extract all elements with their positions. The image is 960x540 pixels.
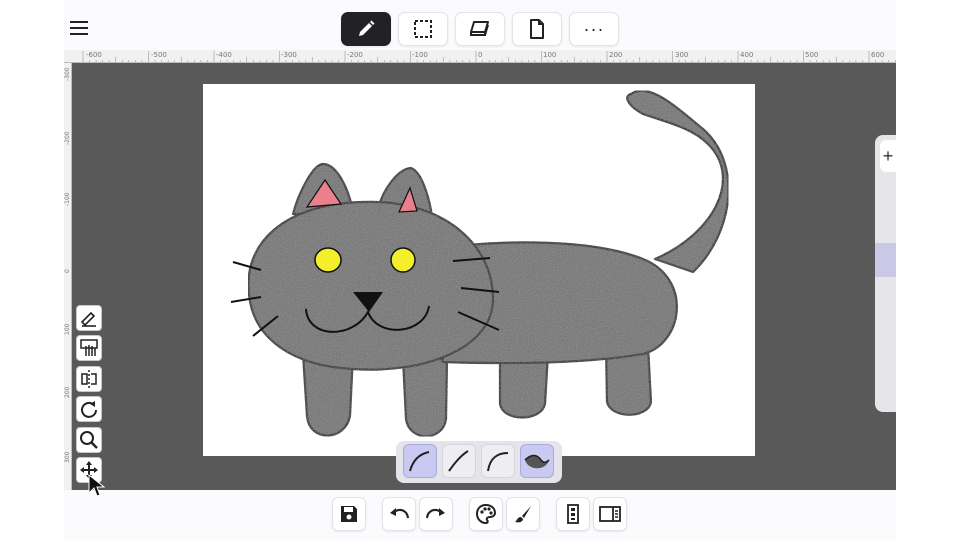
- pen-lines-icon: [80, 311, 96, 327]
- ruler-label: -200: [347, 51, 363, 59]
- undo-arrow-icon: [390, 508, 410, 519]
- hamburger-menu-icon: [70, 21, 88, 35]
- brush-icon: [515, 506, 531, 523]
- pen-settings-tool-button[interactable]: [76, 305, 102, 331]
- curve-style-2-button[interactable]: [442, 444, 476, 478]
- more-tools-label: ···: [583, 18, 605, 39]
- ruler-label: -100: [64, 192, 71, 206]
- eraser-tool-button[interactable]: [455, 12, 505, 46]
- cat-head: [247, 200, 495, 371]
- curve-style-3-icon: [487, 452, 509, 472]
- color-palette-button[interactable]: [469, 497, 503, 531]
- zoom-tool-button[interactable]: [76, 427, 102, 453]
- cat-eye: [390, 247, 416, 273]
- ruler-label: 200: [609, 51, 623, 59]
- dashed-rectangle-select-icon: [414, 20, 432, 38]
- undo-button[interactable]: [382, 497, 416, 531]
- ruler-label: 100: [64, 323, 71, 335]
- curve-style-2-icon: [448, 450, 469, 472]
- ruler-label: 0: [478, 51, 483, 59]
- curve-style-3-button[interactable]: [481, 444, 515, 478]
- cat-front-leg: [401, 357, 449, 438]
- pen-tool-button[interactable]: [341, 12, 391, 46]
- cat-tail: [626, 89, 730, 274]
- ruler-label: -200: [64, 131, 71, 145]
- hand-pan-tool-button[interactable]: [76, 335, 102, 361]
- ruler-label: -100: [412, 51, 428, 59]
- document-icon: [530, 19, 544, 39]
- page-tool-button[interactable]: [512, 12, 562, 46]
- curve-style-1-button[interactable]: [403, 444, 437, 478]
- ruler-label: 300: [64, 451, 71, 463]
- hamburger-menu-button[interactable]: [68, 14, 90, 42]
- sidebar-toggle-icon: [599, 506, 621, 522]
- add-icon: +: [882, 145, 894, 166]
- cat-eye: [314, 247, 342, 273]
- ruler-label: 500: [805, 51, 819, 59]
- ruler-label: -400: [216, 51, 232, 59]
- gray-cat-drawing: [230, 89, 730, 438]
- redo-button[interactable]: [419, 497, 453, 531]
- redo-arrow-icon: [425, 508, 445, 519]
- floppy-disk-icon: [341, 506, 357, 522]
- side-panel-selected-item[interactable]: [875, 243, 896, 277]
- curve-style-4-button[interactable]: [520, 444, 554, 478]
- add-page-button[interactable]: +: [880, 140, 896, 172]
- rotate-tool-button[interactable]: [76, 396, 102, 422]
- eraser-icon: [470, 21, 489, 36]
- drawing-app: ··· -600 -500 -400 -300 -200 -100 0 100 …: [0, 0, 960, 540]
- more-tools-button[interactable]: ···: [569, 12, 619, 46]
- magnifier-icon: [80, 431, 98, 449]
- flip-icon: [81, 370, 97, 388]
- layers-panel-icon: [567, 504, 579, 524]
- ruler-label: 100: [543, 51, 557, 59]
- ruler-label: 0: [64, 269, 71, 273]
- brush-button[interactable]: [506, 497, 540, 531]
- ruler-label: 200: [64, 386, 71, 398]
- ruler-label: -500: [151, 51, 167, 59]
- curve-style-1-icon: [409, 451, 430, 472]
- ruler-label: -300: [281, 51, 297, 59]
- ruler-label: 300: [675, 51, 689, 59]
- horizontal-ruler: -600 -500 -400 -300 -200 -100 0 100 200 …: [64, 50, 896, 63]
- rotate-icon: [81, 401, 97, 418]
- ruler-label: -600: [86, 51, 102, 59]
- ruler-label: -300: [64, 67, 71, 81]
- ruler-label: 600: [871, 51, 885, 59]
- curve-style-4-icon: [524, 454, 550, 469]
- side-panel-toggle-button[interactable]: [593, 497, 627, 531]
- palette-icon: [476, 504, 496, 524]
- layers-button[interactable]: [556, 497, 590, 531]
- ruler-label: 400: [740, 51, 754, 59]
- mirror-tool-button[interactable]: [76, 366, 102, 392]
- hand-icon: [80, 339, 98, 356]
- pencil-icon: [359, 20, 375, 36]
- selection-tool-button[interactable]: [398, 12, 448, 46]
- drawing-canvas[interactable]: [203, 84, 755, 456]
- mouse-cursor-icon: [88, 474, 106, 497]
- vertical-ruler: -300 -200 -100 0 100 200 300: [64, 63, 72, 490]
- save-button[interactable]: [332, 497, 366, 531]
